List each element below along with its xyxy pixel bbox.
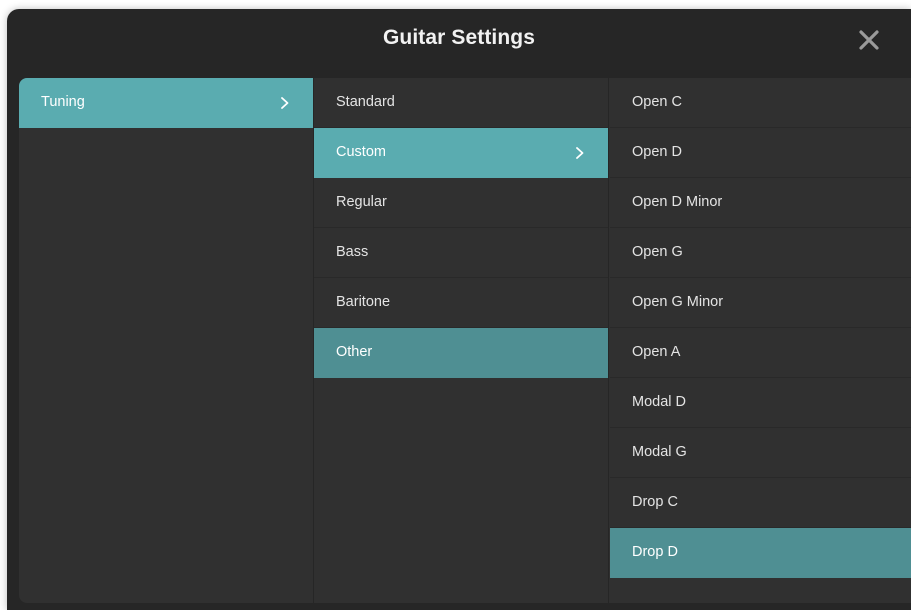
menu-item-label: Modal G: [632, 444, 687, 460]
menu-item-label: Tuning: [41, 94, 85, 110]
menu-item-other[interactable]: Other: [314, 328, 608, 378]
menu-item-standard[interactable]: Standard: [314, 78, 608, 128]
dialog-titlebar: Guitar Settings: [7, 9, 911, 71]
menu-item-open-a[interactable]: Open A: [610, 328, 911, 378]
column-divider: [608, 78, 609, 603]
menu-item-label: Open G: [632, 244, 683, 260]
category-column: Tuning: [19, 78, 313, 603]
menu-item-label: Custom: [336, 144, 386, 160]
menu-item-open-c[interactable]: Open C: [610, 78, 911, 128]
menu-item-modal-g[interactable]: Modal G: [610, 428, 911, 478]
close-icon[interactable]: [855, 26, 883, 54]
menu-item-open-g-minor[interactable]: Open G Minor: [610, 278, 911, 328]
menu-item-regular[interactable]: Regular: [314, 178, 608, 228]
menu-item-tuning[interactable]: Tuning: [19, 78, 313, 128]
menu-item-label: Open A: [632, 344, 681, 360]
menu-item-label: Bass: [336, 244, 369, 260]
menu-item-modal-d[interactable]: Modal D: [610, 378, 911, 428]
custom-tunings-column: Open C Open D Open D Minor Open G Open G…: [610, 78, 911, 603]
menu-item-open-d-minor[interactable]: Open D Minor: [610, 178, 911, 228]
menu-item-open-d[interactable]: Open D: [610, 128, 911, 178]
menu-item-open-g[interactable]: Open G: [610, 228, 911, 278]
menu-item-drop-c[interactable]: Drop C: [610, 478, 911, 528]
menu-item-label: Open G Minor: [632, 294, 724, 310]
menu-item-label: Modal D: [632, 394, 686, 410]
menu-item-label: Baritone: [336, 294, 391, 310]
menu-item-label: Standard: [336, 94, 395, 110]
guitar-settings-dialog: Guitar Settings Tuning Standard Custom R…: [7, 9, 911, 610]
menu-item-bass[interactable]: Bass: [314, 228, 608, 278]
chevron-right-icon: [576, 147, 584, 159]
menu-item-label: Regular: [336, 194, 387, 210]
menu-item-drop-d[interactable]: Drop D: [610, 528, 911, 578]
menu-item-baritone[interactable]: Baritone: [314, 278, 608, 328]
menu-item-label: Open D Minor: [632, 194, 723, 210]
dialog-title: Guitar Settings: [382, 26, 536, 49]
menu-item-custom[interactable]: Custom: [314, 128, 608, 178]
menu-item-label: Open C: [632, 94, 682, 110]
menu-item-label: Drop D: [632, 544, 678, 560]
menu-panel: Tuning Standard Custom Regular Bass Bari…: [19, 78, 911, 603]
menu-item-label: Other: [336, 344, 373, 360]
menu-item-label: Drop C: [632, 494, 678, 510]
menu-item-label: Open D: [632, 144, 682, 160]
chevron-right-icon: [281, 97, 289, 109]
tuning-type-column: Standard Custom Regular Bass Baritone Ot…: [314, 78, 608, 603]
